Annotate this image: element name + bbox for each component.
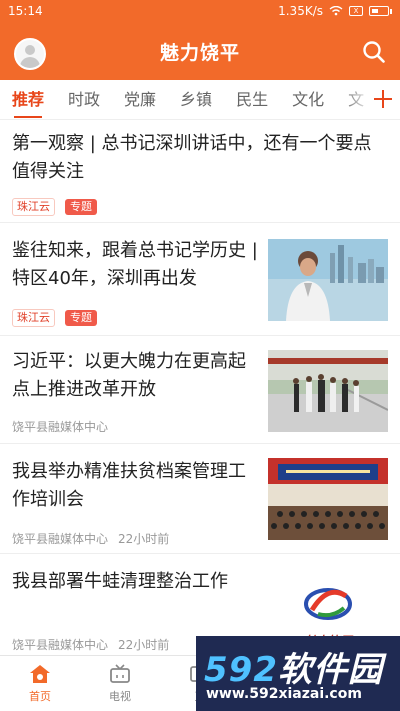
list-item[interactable]: 习近平：以更大魄力在更高起点上推进改革开放 饶平县融媒体中心 (0, 336, 400, 444)
tab-politics[interactable]: 时政 (68, 80, 100, 119)
article-source: 饶平县融媒体中心 (12, 420, 109, 434)
source-tag: 珠江云 (12, 198, 55, 216)
article-meta: 饶平县融媒体中心 22小时前 (12, 636, 169, 653)
article-title[interactable]: 我县举办精准扶贫档案管理工作培训会 (12, 458, 262, 514)
category-tabs: 推荐 时政 党廉 乡镇 民生 文化 文 (0, 80, 400, 120)
tabs-fade (342, 80, 372, 119)
logo-icon (304, 588, 352, 620)
article-thumbnail[interactable] (268, 239, 388, 321)
article-title[interactable]: 鉴往知来，跟着总书记学历史 | 特区40年，深圳再出发 (12, 237, 262, 293)
watermark-text: 软件园 (277, 650, 383, 690)
battery-icon (369, 6, 389, 16)
topic-badge: 专题 (65, 310, 97, 326)
watermark: 592软件园 www.592xiazai.com (196, 636, 400, 711)
avatar[interactable] (14, 38, 46, 70)
tab-livelihood[interactable]: 民生 (236, 80, 268, 119)
battery-tip (390, 8, 392, 14)
list-item[interactable]: 我县举办精准扶贫档案管理工作培训会 饶平县融媒体中心 22小时前 (0, 444, 400, 554)
wifi-icon (329, 6, 343, 16)
article-source: 饶平县融媒体中心 (12, 532, 109, 546)
article-meta: 珠江云 专题 (12, 198, 97, 216)
article-meta: 珠江云 专题 (12, 309, 97, 327)
network-speed: 1.35K/s (278, 4, 323, 18)
watermark-brand: 592软件园 (204, 642, 383, 691)
watermark-url: www.592xiazai.com (206, 686, 362, 702)
watermark-number: 592 (204, 650, 278, 690)
page-title: 魅力饶平 (159, 41, 240, 64)
article-title[interactable]: 习近平：以更大魄力在更高起点上推进改革开放 (12, 348, 262, 404)
topic-badge: 专题 (65, 199, 97, 215)
nav-label: 电视 (109, 690, 131, 703)
status-time: 15:14 (8, 4, 43, 18)
home-icon (30, 665, 50, 683)
article-source: 饶平县融媒体中心 (12, 638, 109, 652)
source-tag: 珠江云 (12, 309, 55, 327)
tab-party[interactable]: 党廉 (124, 80, 156, 119)
status-bar: 15:14 1.35K/s X (0, 0, 400, 22)
avatar-head (25, 45, 35, 55)
app-header: 魅力饶平 (0, 22, 400, 80)
nav-tv[interactable]: 电视 (80, 656, 160, 711)
article-title[interactable]: 我县部署牛蛙清理整治工作 (12, 568, 262, 596)
article-time: 22小时前 (118, 638, 170, 652)
article-meta: 饶平县融媒体中心 (12, 418, 108, 435)
status-icons: 1.35K/s X (278, 4, 392, 18)
article-thumbnail[interactable] (268, 458, 388, 540)
search-icon[interactable] (362, 40, 386, 64)
tab-towns[interactable]: 乡镇 (180, 80, 212, 119)
article-thumbnail[interactable] (268, 350, 388, 432)
nav-label: 首页 (29, 690, 51, 703)
tab-recommend[interactable]: 推荐 (12, 80, 44, 119)
avatar-body (20, 57, 40, 68)
nav-home[interactable]: 首页 (0, 656, 80, 711)
tab-culture[interactable]: 文化 (292, 80, 324, 119)
article-time: 22小时前 (118, 532, 170, 546)
list-item[interactable]: 第一观察 | 总书记深圳讲话中，还有一个要点值得关注 珠江云 专题 (0, 120, 400, 223)
add-channel-button[interactable] (372, 88, 394, 110)
article-title[interactable]: 第一观察 | 总书记深圳讲话中，还有一个要点值得关注 (12, 130, 388, 186)
list-item[interactable]: 鉴往知来，跟着总书记学历史 | 特区40年，深圳再出发 珠江云 专题 (0, 223, 400, 336)
sim-icon: X (349, 6, 363, 16)
article-meta: 饶平县融媒体中心 22小时前 (12, 530, 169, 547)
tv-icon (110, 664, 130, 683)
